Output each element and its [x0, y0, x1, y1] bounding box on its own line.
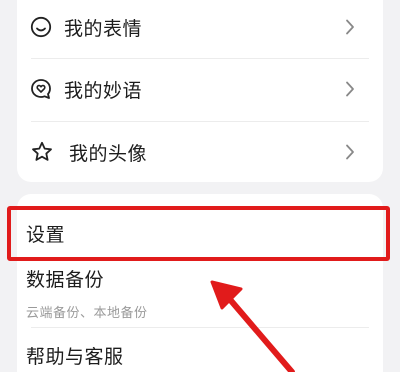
menu-item-label: 我的表情	[64, 17, 143, 40]
menu-item-my-avatar[interactable]: 我的头像	[17, 122, 383, 182]
menu-item-label: 我的妙语	[64, 79, 143, 102]
menu-item-label: 我的头像	[69, 142, 148, 165]
highlight-box	[7, 206, 390, 261]
heart-bubble-icon	[31, 79, 51, 99]
chevron-right-icon	[346, 81, 354, 97]
menu-item-help-support[interactable]: 帮助与客服	[17, 328, 383, 372]
menu-item-my-stickers[interactable]: 我的表情	[17, 0, 383, 57]
emoji-face-icon	[30, 16, 52, 38]
chevron-right-icon	[346, 19, 354, 35]
menu-card-top: 我的表情 我的妙语 我的头像	[17, 0, 383, 182]
chevron-right-icon	[346, 144, 354, 160]
data-backup-label: 数据备份	[26, 269, 105, 291]
menu-item-my-quotes[interactable]: 我的妙语	[17, 59, 383, 119]
data-backup-subtitle: 云端备份、本地备份	[26, 306, 148, 321]
star-icon	[32, 141, 52, 161]
menu-item-data-backup[interactable]: 数据备份 云端备份、本地备份	[17, 262, 383, 326]
help-support-label: 帮助与客服	[26, 346, 124, 368]
